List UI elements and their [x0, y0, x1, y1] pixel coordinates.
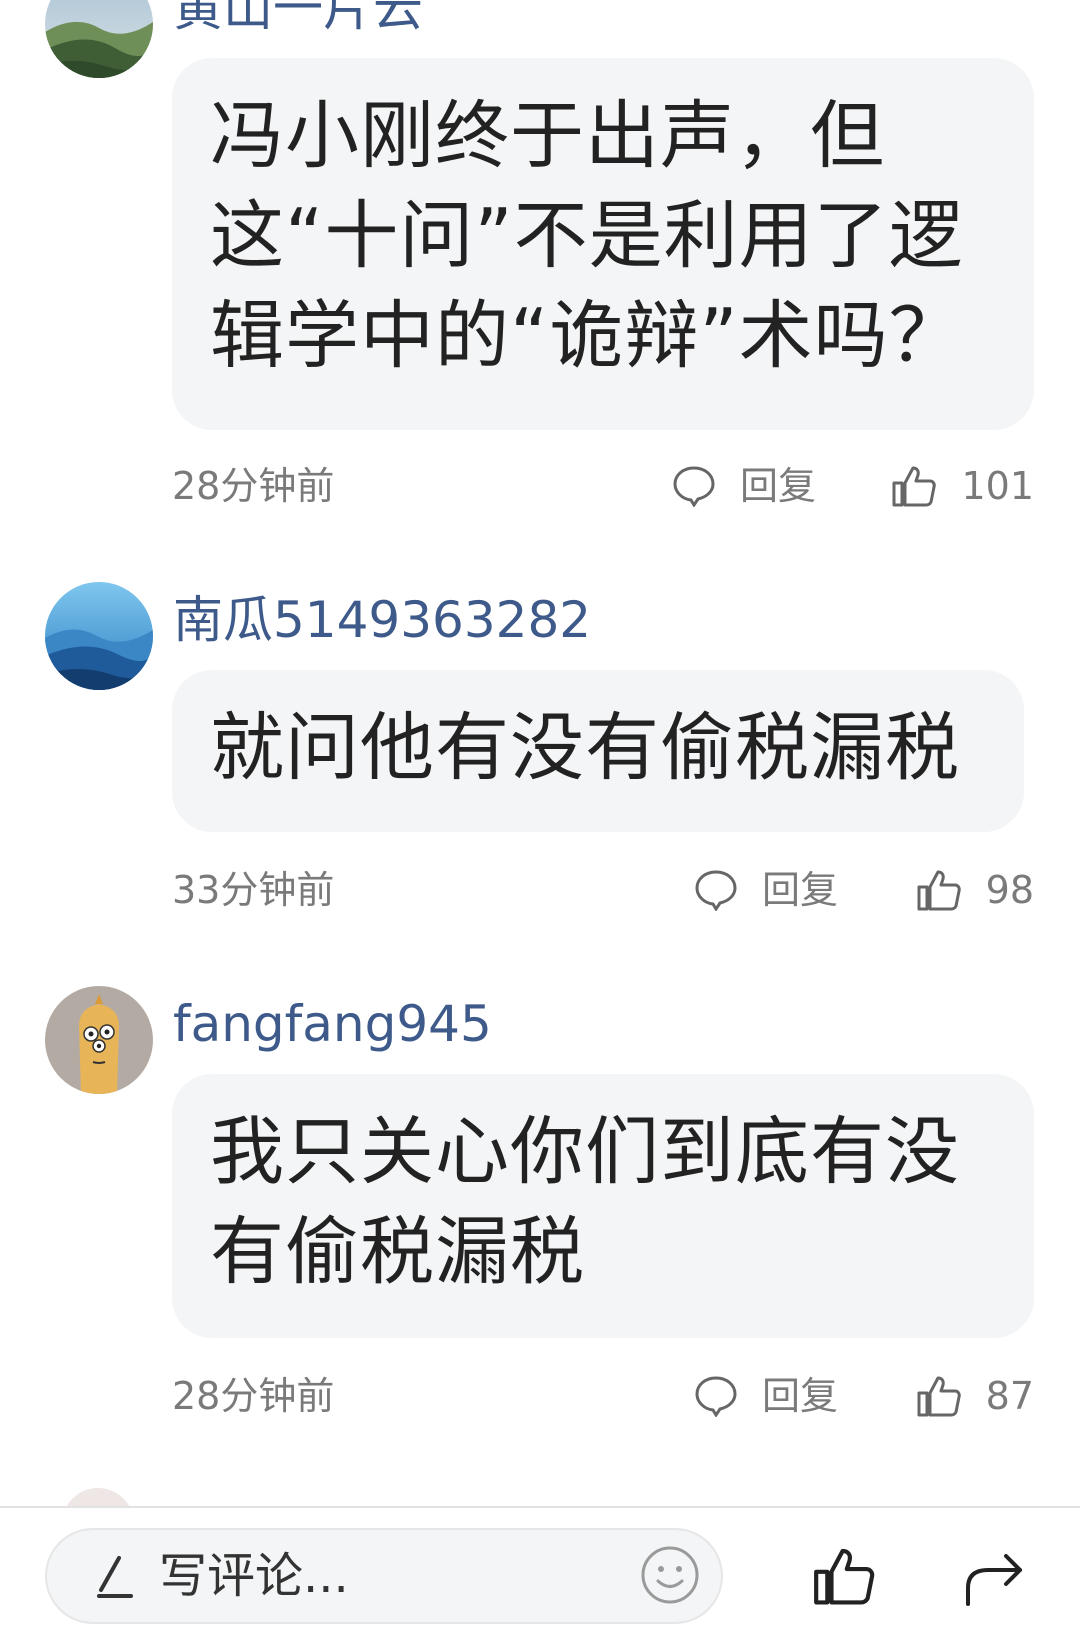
reply-label: 回复 — [740, 464, 817, 508]
like-button[interactable]: 101 — [891, 456, 1034, 516]
thumbs-up-icon[interactable] — [812, 1544, 876, 1612]
comment-text: 我只关心你们到底有没有偷税漏税 — [172, 1074, 1034, 1338]
comment-bubble-icon — [672, 465, 716, 507]
reply-button[interactable]: 回复 — [694, 860, 838, 920]
like-button[interactable]: 87 — [916, 1366, 1034, 1426]
avatar[interactable] — [45, 582, 153, 690]
reply-button[interactable]: 回复 — [694, 1366, 838, 1426]
like-count: 87 — [985, 1374, 1034, 1418]
smiley-icon[interactable] — [639, 1544, 701, 1610]
comment-text: 冯小刚终于出声，但这“十问”不是利用了逻辑学中的“诡辩”术吗？ — [172, 58, 1034, 430]
username[interactable]: 南瓜5149363282 — [173, 590, 591, 650]
write-comment-placeholder: 写评论... — [159, 1548, 349, 1604]
thumbs-up-icon — [891, 464, 937, 508]
comment-bubble-icon — [694, 869, 738, 911]
comment-meta: 28分钟前 回复 87 — [172, 1366, 1034, 1426]
avatar[interactable] — [45, 986, 153, 1094]
username[interactable]: 黄山一片云 — [173, 0, 423, 38]
comment-bubble-icon — [694, 1375, 738, 1417]
reply-label: 回复 — [762, 1374, 839, 1418]
thumbs-up-icon — [916, 868, 962, 912]
like-button[interactable]: 98 — [916, 860, 1034, 920]
like-count: 101 — [961, 464, 1034, 508]
write-comment-input[interactable]: 写评论... — [45, 1528, 723, 1624]
comment-meta: 28分钟前 回复 101 — [172, 456, 1034, 516]
reply-button[interactable]: 回复 — [672, 456, 816, 516]
comment-meta: 33分钟前 回复 98 — [172, 860, 1034, 920]
thumbs-up-icon — [916, 1374, 962, 1418]
comment-time: 28分钟前 — [172, 1374, 335, 1418]
bottom-toolbar: 写评论... — [0, 1506, 1080, 1645]
comment-time: 28分钟前 — [172, 464, 335, 508]
comment-text: 就问他有没有偷税漏税 — [172, 670, 1024, 832]
avatar[interactable] — [45, 0, 153, 78]
share-arrow-icon[interactable] — [962, 1548, 1028, 1612]
like-count: 98 — [985, 868, 1034, 912]
pencil-icon — [93, 1554, 137, 1604]
reply-label: 回复 — [762, 868, 839, 912]
comment-page: 黄山一片云 冯小刚终于出声，但这“十问”不是利用了逻辑学中的“诡辩”术吗？ 28… — [0, 0, 1080, 1645]
username[interactable]: fangfang945 — [173, 994, 492, 1054]
comment-time: 33分钟前 — [172, 868, 335, 912]
